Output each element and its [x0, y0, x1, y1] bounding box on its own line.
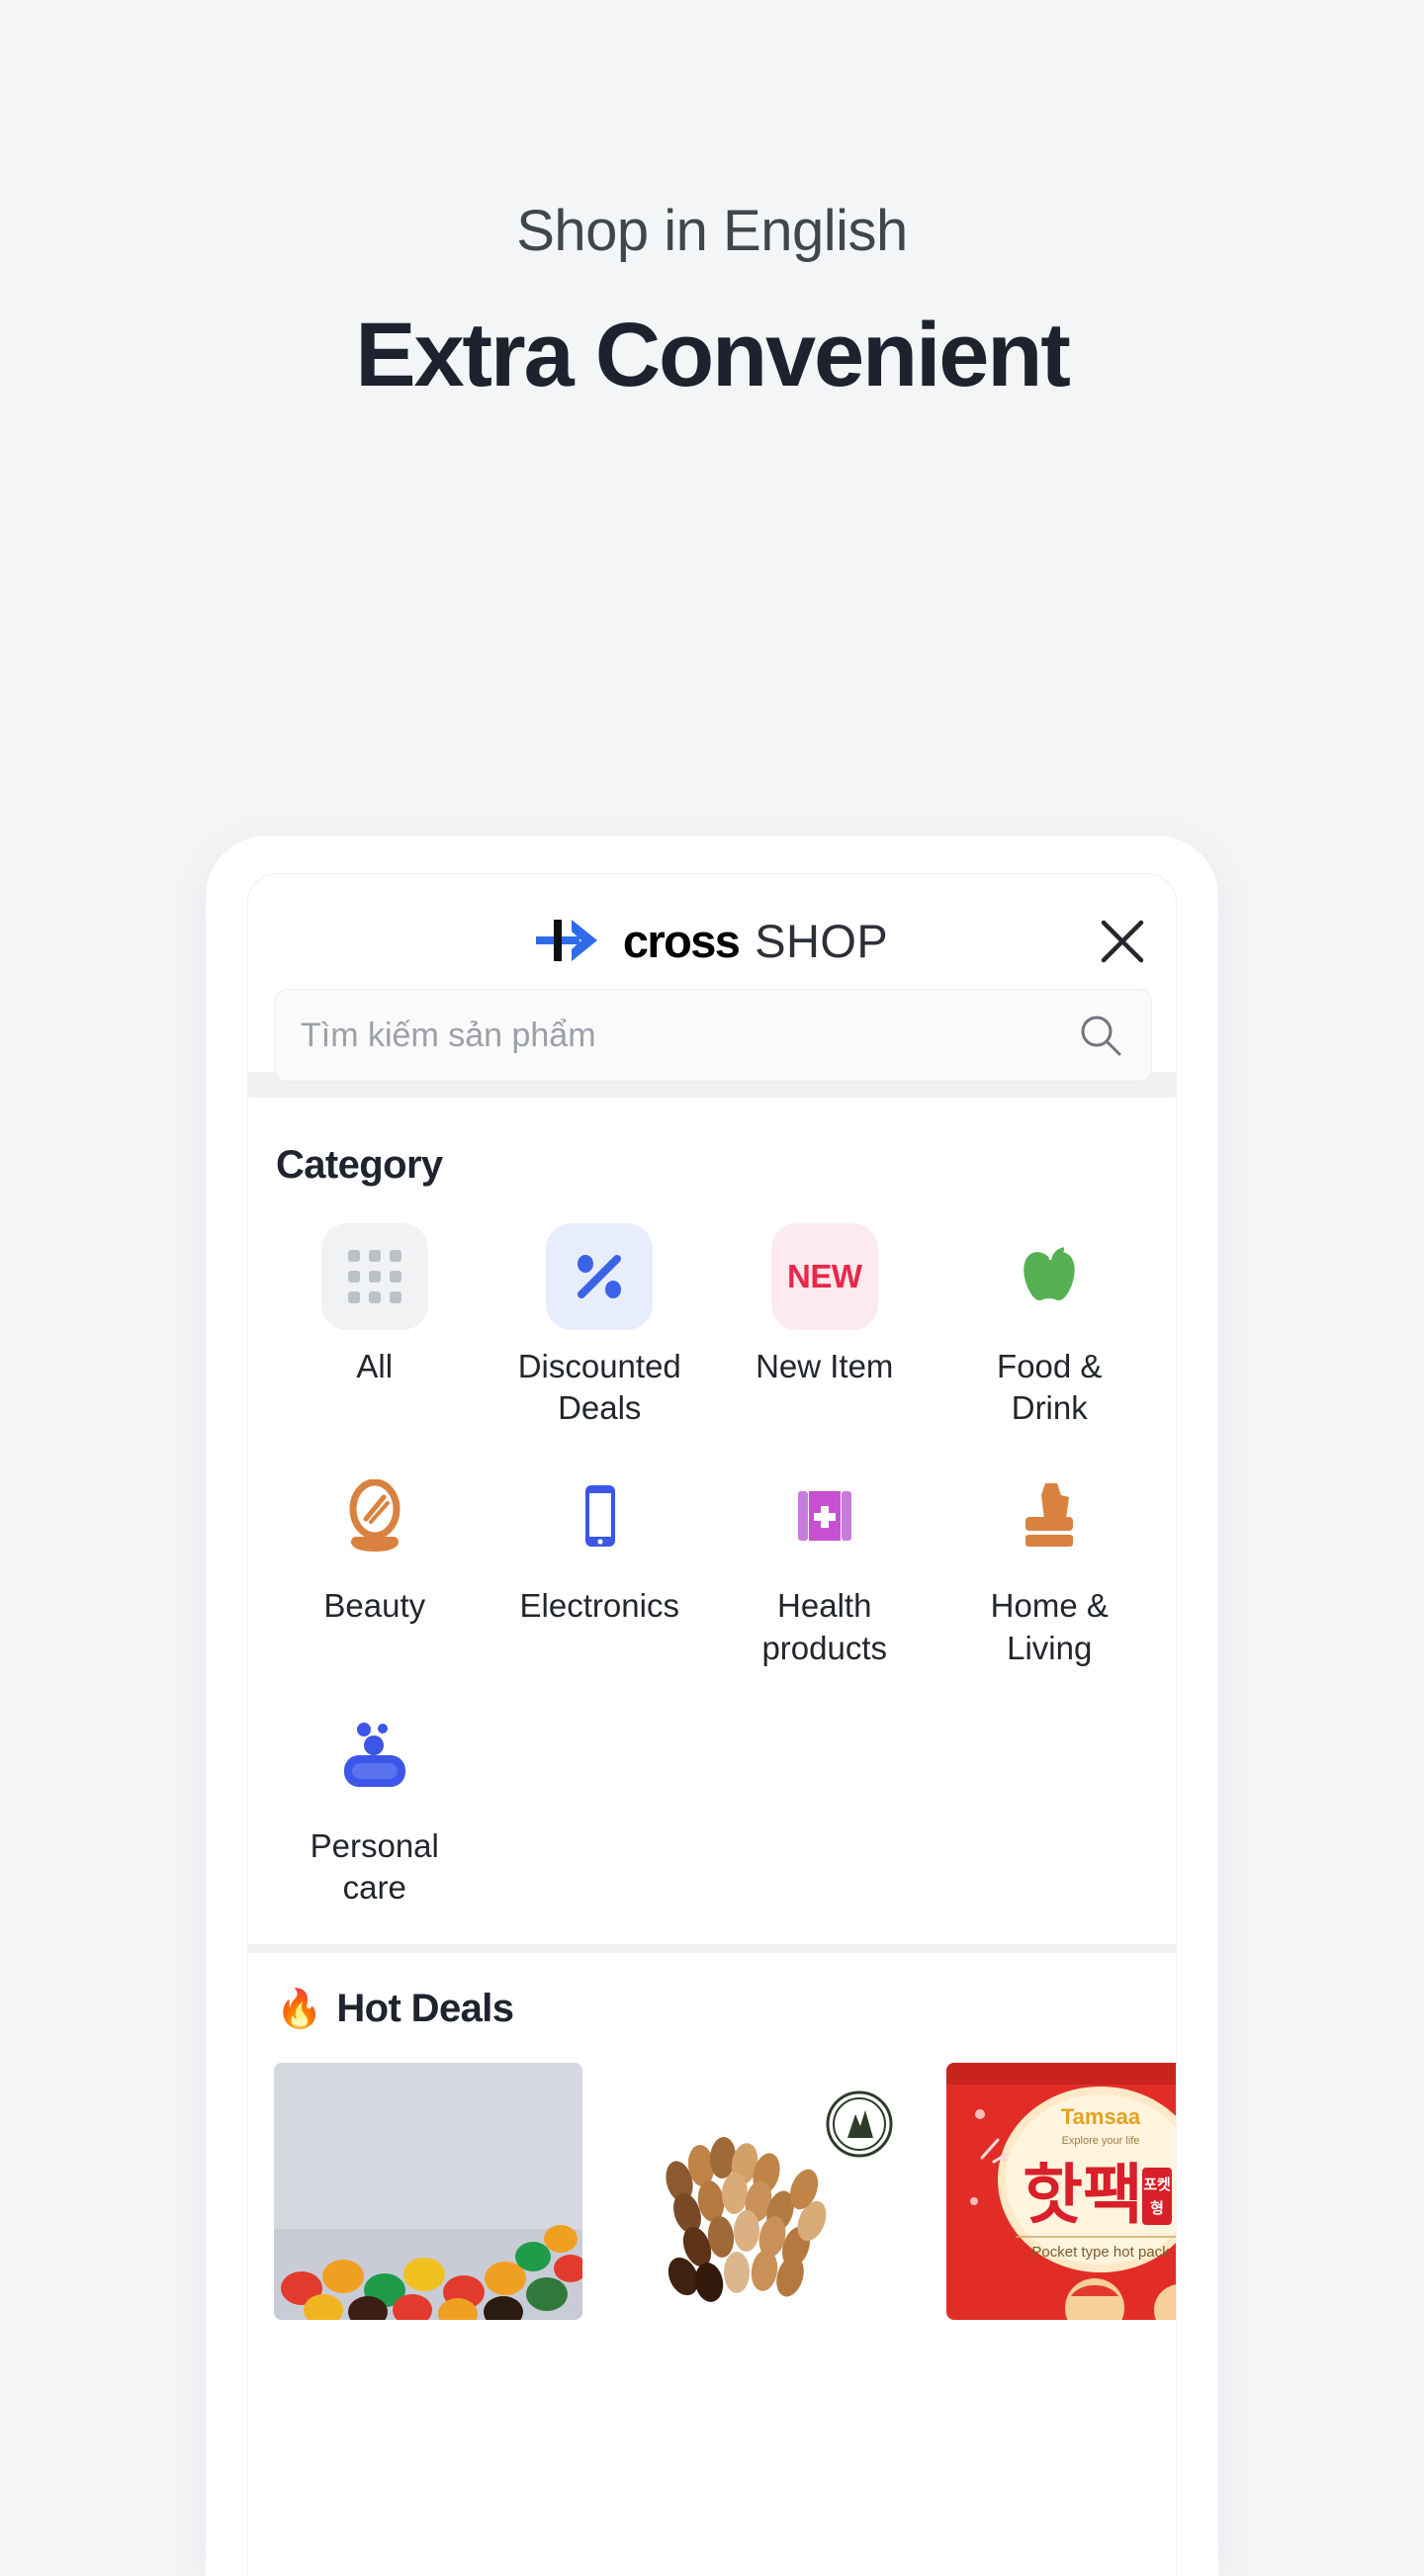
- category-item-health-products[interactable]: Health products: [712, 1463, 937, 1668]
- percent-icon: [578, 1255, 622, 1298]
- tissue-box-icon: [1025, 1483, 1074, 1548]
- category-item-new-item[interactable]: NEW New Item: [712, 1223, 937, 1429]
- medical-book-icon: [797, 1491, 851, 1542]
- phone-mockup-frame: cross SHOP Category: [206, 836, 1218, 2576]
- category-tile-beauty: [321, 1463, 428, 1569]
- category-title: Category: [276, 1143, 443, 1187]
- hand-mirror-icon: [349, 1479, 400, 1553]
- brand-name-light: SHOP: [755, 914, 889, 967]
- category-label: Home & Living: [990, 1587, 1109, 1666]
- category-tile-electronics: [546, 1463, 653, 1569]
- category-item-personal-care[interactable]: Personal care: [262, 1703, 488, 1909]
- category-label: Discounted Deals: [517, 1348, 681, 1427]
- svg-text:핫팩: 핫팩: [1023, 2158, 1142, 2231]
- brand-name-bold: cross: [622, 914, 741, 967]
- category-label: All: [356, 1348, 394, 1384]
- hot-deal-card-nuts[interactable]: [610, 2063, 919, 2321]
- close-icon: [1101, 920, 1144, 963]
- hero-subtitle: Shop in English: [516, 199, 908, 263]
- category-tile-personal-care: [321, 1703, 428, 1810]
- category-label: Food & Drink: [997, 1348, 1103, 1427]
- close-button[interactable]: [1093, 912, 1152, 971]
- phone-screen: cross SHOP Category: [247, 873, 1177, 2576]
- category-tile-food-and-drink: [996, 1223, 1103, 1330]
- fire-icon: 🔥: [276, 1988, 323, 2030]
- category-section: Category All Discounted Deals NEW New It…: [248, 1098, 1176, 1945]
- new-badge-icon: NEW: [787, 1258, 862, 1294]
- svg-text:Pocket type hot pack: Pocket type hot pack: [1031, 2244, 1170, 2261]
- svg-text:포켓: 포켓: [1143, 2176, 1171, 2193]
- category-grid: All Discounted Deals NEW New Item Food &…: [248, 1209, 1176, 1909]
- grid-dots-icon: [347, 1250, 401, 1303]
- mixed-nuts-product: [610, 2063, 919, 2321]
- category-tile-new-item: NEW: [770, 1223, 878, 1330]
- category-item-beauty[interactable]: Beauty: [262, 1463, 488, 1668]
- search-bar[interactable]: [274, 989, 1152, 1082]
- colorful-candy-product: [274, 2063, 582, 2321]
- category-label: Electronics: [519, 1587, 679, 1625]
- category-label: Personal care: [310, 1826, 439, 1907]
- hot-deal-card-hotpack[interactable]: Tamsaa Explore your life 핫팩 포켓 형 Pocket …: [946, 2063, 1176, 2321]
- svg-text:Tamsaa: Tamsaa: [1061, 2104, 1141, 2129]
- hero-title: Extra Convenient: [355, 304, 1071, 405]
- category-tile-discounted-deals: [546, 1223, 654, 1330]
- category-item-all[interactable]: All: [262, 1223, 488, 1429]
- search-icon[interactable]: [1076, 1011, 1125, 1060]
- smartphone-icon: [585, 1485, 616, 1548]
- hot-deals-title: Hot Deals: [336, 1987, 514, 2031]
- hot-deal-card-candy[interactable]: [274, 2063, 582, 2321]
- category-item-discounted-deals[interactable]: Discounted Deals: [488, 1223, 713, 1429]
- category-hotdeals-divider: [248, 1944, 1176, 1954]
- hot-deals-header: 🔥 Hot Deals: [276, 1987, 1176, 2031]
- category-tile-home-and-living: [996, 1463, 1103, 1569]
- category-item-electronics[interactable]: Electronics: [488, 1463, 713, 1668]
- svg-text:Explore your life: Explore your life: [1062, 2135, 1140, 2147]
- apple-icon: [1024, 1244, 1075, 1300]
- hot-deals-list: Tamsaa Explore your life 핫팩 포켓 형 Pocket …: [248, 2063, 1176, 2321]
- category-item-home-and-living[interactable]: Home & Living: [937, 1463, 1163, 1668]
- soap-bar-icon: [343, 1722, 405, 1787]
- category-label: Beauty: [323, 1587, 426, 1625]
- category-label: New Item: [756, 1348, 894, 1384]
- hot-pack-product: Tamsaa Explore your life 핫팩 포켓 형 Pocket …: [946, 2063, 1176, 2321]
- search-input[interactable]: [301, 1016, 1076, 1055]
- svg-text:형: 형: [1150, 2200, 1164, 2217]
- category-tile-all: [320, 1223, 428, 1330]
- brand-logo: cross SHOP: [248, 916, 1176, 965]
- hero-section: Shop in English Extra Convenient: [0, 0, 1424, 404]
- app-header: cross SHOP: [248, 874, 1176, 1082]
- hot-deals-section: 🔥 Hot Deals Tamsaa Explore your life 핫팩 …: [248, 1953, 1176, 2321]
- category-label: Health products: [761, 1587, 888, 1666]
- category-item-food-and-drink[interactable]: Food & Drink: [937, 1223, 1163, 1429]
- category-tile-health-products: [771, 1463, 878, 1569]
- cross-arrow-logo-icon: [535, 920, 597, 961]
